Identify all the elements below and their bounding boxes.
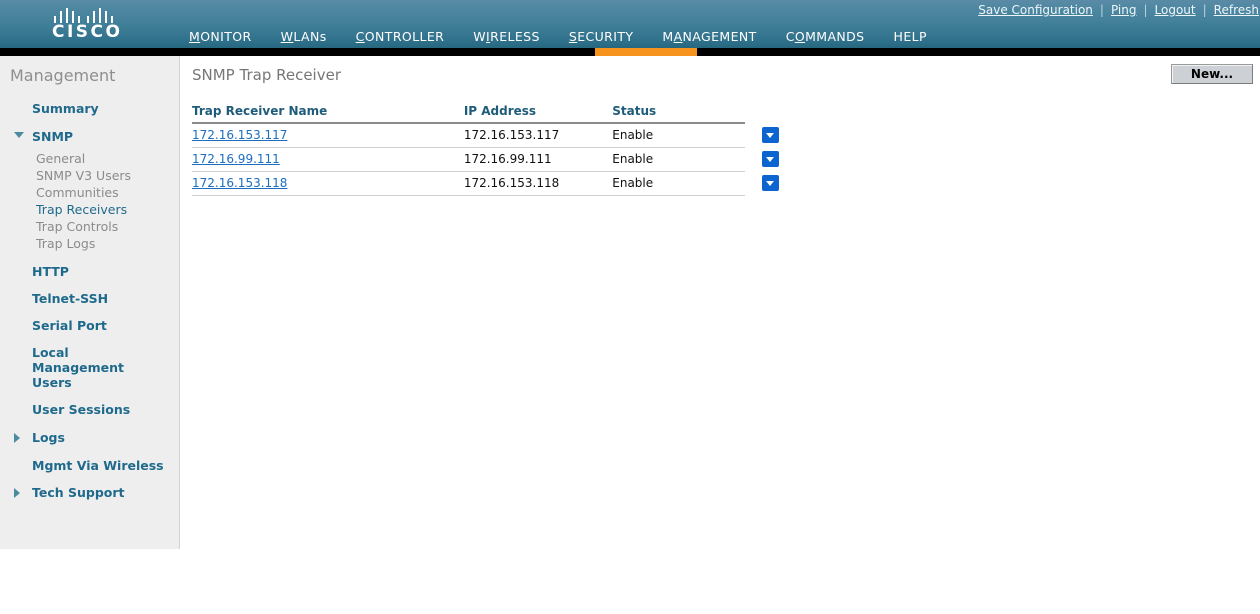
trap-receiver-table: Trap Receiver Name IP Address Status 172… — [192, 102, 792, 196]
page-header: CISCO Save Configuration | Ping | Logout | Ref… — [0, 0, 1260, 56]
sidebar-item-label: General — [36, 151, 86, 166]
nav-management[interactable]: MANAGEMENT — [662, 29, 756, 46]
trap-receiver-link[interactable]: 172.16.153.118 — [192, 176, 287, 190]
sidebar-item-label: SNMP — [32, 129, 74, 144]
column-header-ip: IP Address — [463, 102, 613, 124]
sidebar-item-label: Mgmt Via Wireless — [32, 458, 164, 473]
ping-link[interactable]: Ping — [1110, 3, 1138, 17]
sidebar-item-label: Tech Support — [32, 485, 125, 500]
sidebar-item-label: Communities — [36, 185, 119, 200]
triangle-down-icon[interactable] — [14, 132, 24, 138]
sidebar-item-telnet-ssh[interactable]: Telnet-SSH — [0, 287, 179, 310]
sidebar-item-local-management-users[interactable]: Local Management Users — [0, 341, 135, 394]
sidebar-item-snmp-v3-users[interactable]: SNMP V3 Users — [0, 167, 179, 184]
nav-commands[interactable]: COMMANDS — [786, 29, 865, 46]
cisco-wordmark: CISCO — [52, 22, 123, 42]
sidebar-item-label: User Sessions — [32, 402, 131, 417]
sidebar-item-snmp[interactable]: SNMP — [0, 125, 179, 148]
sidebar-item-label: Summary — [32, 101, 99, 116]
cisco-logo-bars — [54, 6, 130, 23]
row-gap — [745, 147, 755, 171]
sidebar-item-trap-receivers[interactable]: Trap Receivers — [0, 201, 179, 218]
sidebar-item-label: SNMP V3 Users — [36, 168, 132, 183]
utility-separator-1: | — [1099, 3, 1104, 17]
sidebar-item-label: Trap Receivers — [36, 202, 128, 217]
sidebar-item-general[interactable]: General — [0, 150, 179, 167]
table-row: 172.16.99.111 172.16.99.111 Enable — [192, 147, 792, 172]
new-button[interactable]: New... — [1171, 64, 1253, 84]
cell-status: Enable — [612, 171, 745, 196]
nav-help[interactable]: HELP — [894, 29, 927, 46]
save-configuration-link[interactable]: Save Configuration — [977, 3, 1094, 17]
cisco-logo: CISCO — [46, 4, 142, 44]
sidebar-item-label: HTTP — [32, 264, 69, 279]
nav-monitor[interactable]: MONITOR — [189, 29, 252, 46]
sidebar-item-trap-logs[interactable]: Trap Logs — [0, 235, 179, 252]
table-row: 172.16.153.117 172.16.153.117 Enable — [192, 123, 792, 148]
trap-receiver-link[interactable]: 172.16.153.117 — [192, 128, 287, 142]
cell-ip: 172.16.153.117 — [463, 123, 613, 148]
utility-separator-3: | — [1202, 3, 1207, 17]
sidebar-item-logs[interactable]: Logs — [0, 426, 179, 449]
sidebar-item-label: Trap Logs — [36, 236, 96, 251]
table-header-row: Trap Receiver Name IP Address Status — [192, 102, 792, 124]
column-header-name: Trap Receiver Name — [192, 102, 464, 124]
sidebar-item-label: Telnet-SSH — [32, 291, 109, 306]
sidebar-item-tech-support[interactable]: Tech Support — [0, 481, 179, 504]
sidebar-item-serial-port[interactable]: Serial Port — [0, 314, 179, 337]
table-row: 172.16.153.118 172.16.153.118 Enable — [192, 171, 792, 196]
dropdown-arrow-icon[interactable] — [762, 127, 780, 143]
dropdown-arrow-icon[interactable] — [762, 175, 780, 191]
sidebar-item-trap-controls[interactable]: Trap Controls — [0, 218, 179, 235]
sidebar-nav: Summary SNMP General SNMP V3 Users Commu… — [0, 97, 179, 504]
row-gap — [745, 171, 755, 195]
sidebar-item-label: Local Management Users — [32, 345, 125, 390]
utility-separator-2: | — [1143, 3, 1148, 17]
sidebar-item-mgmt-via-wireless[interactable]: Mgmt Via Wireless — [0, 454, 179, 477]
nav-wireless[interactable]: WIRELESS — [473, 29, 540, 46]
main-content: SNMP Trap Receiver New... Trap Receiver … — [181, 56, 1260, 614]
nav-security[interactable]: SECURITY — [569, 29, 634, 46]
sidebar-item-summary[interactable]: Summary — [0, 97, 179, 120]
cell-ip: 172.16.99.111 — [463, 147, 613, 172]
cell-status: Enable — [612, 147, 745, 172]
column-header-actions — [754, 102, 792, 123]
sidebar-item-label: Serial Port — [32, 318, 107, 333]
sidebar: Management Summary SNMP General SNMP V3 … — [0, 56, 180, 549]
triangle-right-icon[interactable] — [14, 488, 20, 498]
nav-controller[interactable]: CONTROLLER — [356, 29, 445, 46]
sidebar-item-http[interactable]: HTTP — [0, 260, 179, 283]
sidebar-title: Management — [10, 66, 116, 85]
page-title: SNMP Trap Receiver — [192, 66, 341, 84]
logout-link[interactable]: Logout — [1154, 3, 1197, 17]
refresh-link[interactable]: Refresh — [1213, 3, 1260, 17]
sidebar-item-communities[interactable]: Communities — [0, 184, 179, 201]
sidebar-item-label: Logs — [32, 430, 65, 445]
row-gap — [745, 123, 755, 147]
sidebar-item-user-sessions[interactable]: User Sessions — [0, 398, 179, 421]
dropdown-arrow-icon[interactable] — [762, 151, 780, 167]
triangle-right-icon[interactable] — [14, 433, 20, 443]
cell-status: Enable — [612, 123, 745, 148]
cell-ip: 172.16.153.118 — [463, 171, 613, 196]
nav-wlans[interactable]: WLANs — [281, 29, 327, 46]
utility-links: Save Configuration | Ping | Logout | Refresh — [977, 3, 1260, 17]
table-column-gap — [745, 102, 755, 123]
trap-receiver-link[interactable]: 172.16.99.111 — [192, 152, 280, 166]
sidebar-item-label: Trap Controls — [36, 219, 119, 234]
main-navigation: MONITOR WLANs CONTROLLER WIRELESS SECURITY MA… — [189, 29, 956, 46]
column-header-status: Status — [612, 102, 745, 124]
active-tab-indicator — [595, 48, 697, 56]
